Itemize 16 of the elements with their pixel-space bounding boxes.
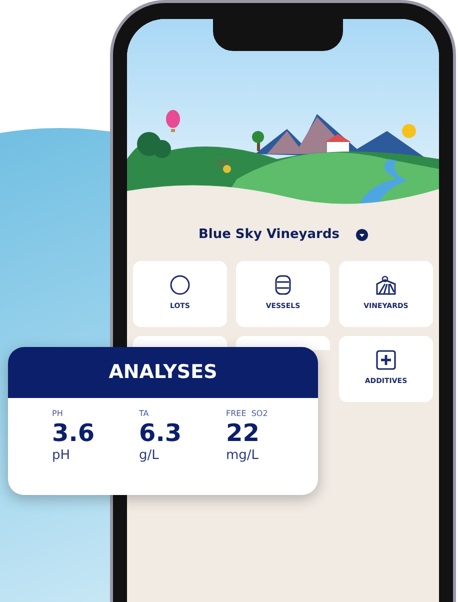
circle-icon <box>170 275 190 296</box>
metric-label: PH <box>52 408 63 420</box>
metric-unit: pH <box>52 447 70 466</box>
vineyard-icon <box>375 275 397 296</box>
dropdown-icon[interactable] <box>356 228 368 241</box>
metric-value: 22 <box>226 420 260 446</box>
barrel-icon <box>275 275 291 296</box>
metric-label: TA <box>139 408 149 420</box>
card-header: ANALYSES <box>8 347 318 398</box>
add-icon <box>376 350 396 370</box>
metric-unit: g/L <box>139 447 159 466</box>
metric-unit: mg/L <box>226 447 259 466</box>
metric-value: 3.6 <box>52 420 95 446</box>
metric-value: 6.3 <box>139 420 182 446</box>
metric-label: FREE SO2 <box>226 408 268 420</box>
app-title: Blue Sky Vineyards <box>198 226 340 244</box>
